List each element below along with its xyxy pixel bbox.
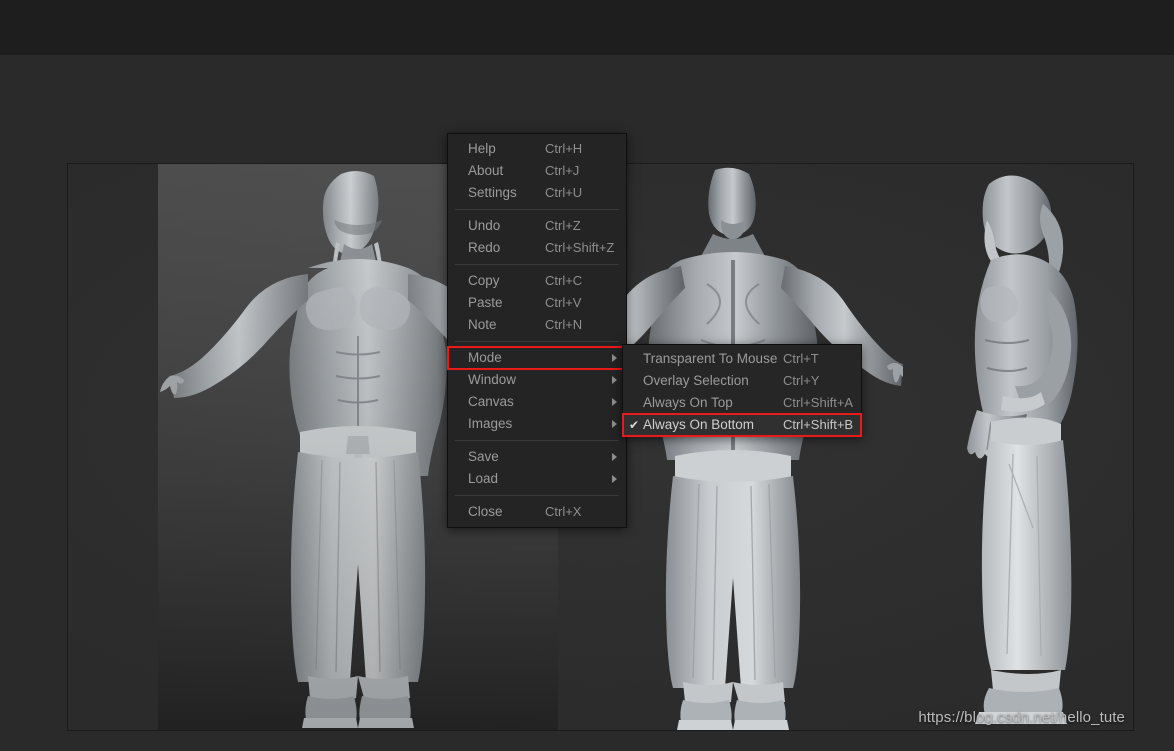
menu-item-label: Mode: [468, 350, 502, 365]
menu-item-settings[interactable]: Settings Ctrl+U: [448, 182, 626, 204]
menu-item-label: Undo: [468, 218, 501, 233]
main-context-menu[interactable]: Help Ctrl+H About Ctrl+J Settings Ctrl+U Undo C…: [447, 133, 627, 528]
menu-item-label: Note: [468, 317, 497, 332]
menu-item-label: Images: [468, 416, 513, 431]
submenu-item-shortcut: Ctrl+Shift+A: [783, 395, 854, 410]
menu-item-label: Close: [468, 504, 503, 519]
menu-item-redo[interactable]: Redo Ctrl+Shift+Z: [448, 237, 626, 259]
submenu-arrow-icon: [612, 453, 617, 461]
menu-item-copy[interactable]: Copy Ctrl+C: [448, 270, 626, 292]
submenu-arrow-icon: [612, 420, 617, 428]
submenu-item-shortcut: Ctrl+Y: [783, 373, 820, 388]
submenu-item-label: Transparent To Mouse: [643, 351, 778, 366]
submenu-item-label: Always On Top: [643, 395, 733, 410]
submenu-arrow-icon: [612, 398, 617, 406]
menu-item-shortcut: Ctrl+X: [545, 504, 582, 519]
menu-item-shortcut: Ctrl+C: [545, 273, 583, 288]
menu-item-label: Settings: [468, 185, 517, 200]
menu-item-shortcut: Ctrl+N: [545, 317, 583, 332]
menu-item-paste[interactable]: Paste Ctrl+V: [448, 292, 626, 314]
menu-item-note[interactable]: Note Ctrl+N: [448, 314, 626, 336]
menu-item-label: About: [468, 163, 504, 178]
checkmark-icon: ✔: [629, 418, 640, 432]
submenu-item-transparent-to-mouse[interactable]: Transparent To Mouse Ctrl+T: [623, 348, 861, 370]
menu-item-label: Load: [468, 471, 499, 486]
submenu-arrow-icon: [612, 376, 617, 384]
submenu-item-label: Overlay Selection: [643, 373, 749, 388]
menu-item-shortcut: Ctrl+Shift+Z: [545, 240, 615, 255]
menu-item-label: Window: [468, 372, 517, 387]
menu-item-images[interactable]: Images: [448, 413, 626, 435]
submenu-item-shortcut: Ctrl+Shift+B: [783, 417, 854, 432]
menu-item-canvas[interactable]: Canvas: [448, 391, 626, 413]
submenu-item-always-on-top[interactable]: Always On Top Ctrl+Shift+A: [623, 392, 861, 414]
menu-item-mode[interactable]: Mode: [447, 346, 627, 370]
menu-item-shortcut: Ctrl+U: [545, 185, 583, 200]
side-view-character[interactable]: [943, 164, 1133, 730]
submenu-arrow-icon: [612, 354, 617, 362]
menu-item-help[interactable]: Help Ctrl+H: [448, 138, 626, 160]
menu-item-about[interactable]: About Ctrl+J: [448, 160, 626, 182]
blog-url-watermark: https://blog.csdn.net/hello_tute: [918, 709, 1125, 726]
menu-item-label: Save: [468, 449, 499, 464]
menu-item-window[interactable]: Window: [448, 369, 626, 391]
menu-separator: [455, 209, 619, 210]
mode-submenu[interactable]: Transparent To Mouse Ctrl+T Overlay Select…: [622, 344, 862, 437]
submenu-item-label: Always On Bottom: [643, 417, 755, 432]
menu-item-label: Help: [468, 141, 496, 156]
menu-separator: [455, 495, 619, 496]
menu-item-label: Paste: [468, 295, 503, 310]
submenu-item-shortcut: Ctrl+T: [783, 351, 819, 366]
menu-item-shortcut: Ctrl+H: [545, 141, 583, 156]
menu-item-close[interactable]: Close Ctrl+X: [448, 501, 626, 523]
menu-item-label: Redo: [468, 240, 501, 255]
menu-item-undo[interactable]: Undo Ctrl+Z: [448, 215, 626, 237]
submenu-arrow-icon: [612, 475, 617, 483]
menu-separator: [455, 440, 619, 441]
menu-item-save[interactable]: Save: [448, 446, 626, 468]
menu-item-label: Copy: [468, 273, 500, 288]
application-top-bar: [0, 0, 1174, 55]
menu-item-label: Canvas: [468, 394, 514, 409]
menu-separator: [455, 341, 619, 342]
menu-item-shortcut: Ctrl+V: [545, 295, 582, 310]
menu-separator: [455, 264, 619, 265]
menu-item-load[interactable]: Load: [448, 468, 626, 490]
submenu-item-overlay-selection[interactable]: Overlay Selection Ctrl+Y: [623, 370, 861, 392]
submenu-item-always-on-bottom[interactable]: ✔ Always On Bottom Ctrl+Shift+B: [622, 413, 862, 437]
menu-item-shortcut: Ctrl+J: [545, 163, 580, 178]
menu-item-shortcut: Ctrl+Z: [545, 218, 581, 233]
